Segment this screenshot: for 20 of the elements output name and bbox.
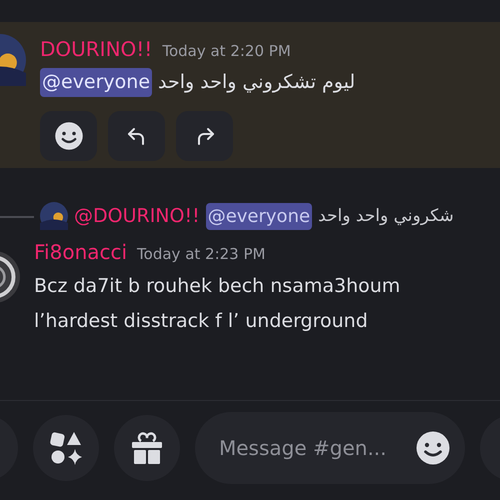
message-field[interactable]: Message #gen... bbox=[195, 412, 465, 484]
emoji-icon bbox=[415, 428, 451, 466]
reply-username[interactable]: @DOURINO!! bbox=[74, 202, 200, 230]
reply-text: شكروني واحد واحد bbox=[318, 204, 454, 228]
mention-tag[interactable]: @everyone bbox=[206, 202, 312, 230]
message-text: Bcz da7it b rouhek bech nsama3houm l’hardest disstrack f l’ underground bbox=[34, 274, 400, 334]
username[interactable]: DOURINO!! bbox=[40, 34, 152, 64]
forward-button[interactable] bbox=[176, 110, 233, 160]
emoji-button[interactable] bbox=[40, 110, 97, 160]
shapes-icon bbox=[48, 430, 84, 466]
timestamp: Today at 2:23 PM bbox=[137, 244, 266, 264]
reply-button[interactable] bbox=[108, 110, 165, 160]
timestamp: Today at 2:20 PM bbox=[162, 41, 291, 62]
mention-tag[interactable]: @everyone bbox=[40, 68, 152, 96]
message-input[interactable]: Message #gen... bbox=[219, 432, 415, 462]
gift-icon bbox=[130, 430, 164, 464]
avatar bbox=[40, 202, 68, 230]
message-text: ليوم تشكروني واحد واحد bbox=[158, 70, 356, 95]
username[interactable]: Fi8onacci bbox=[34, 236, 128, 266]
emoji-icon bbox=[54, 120, 84, 150]
